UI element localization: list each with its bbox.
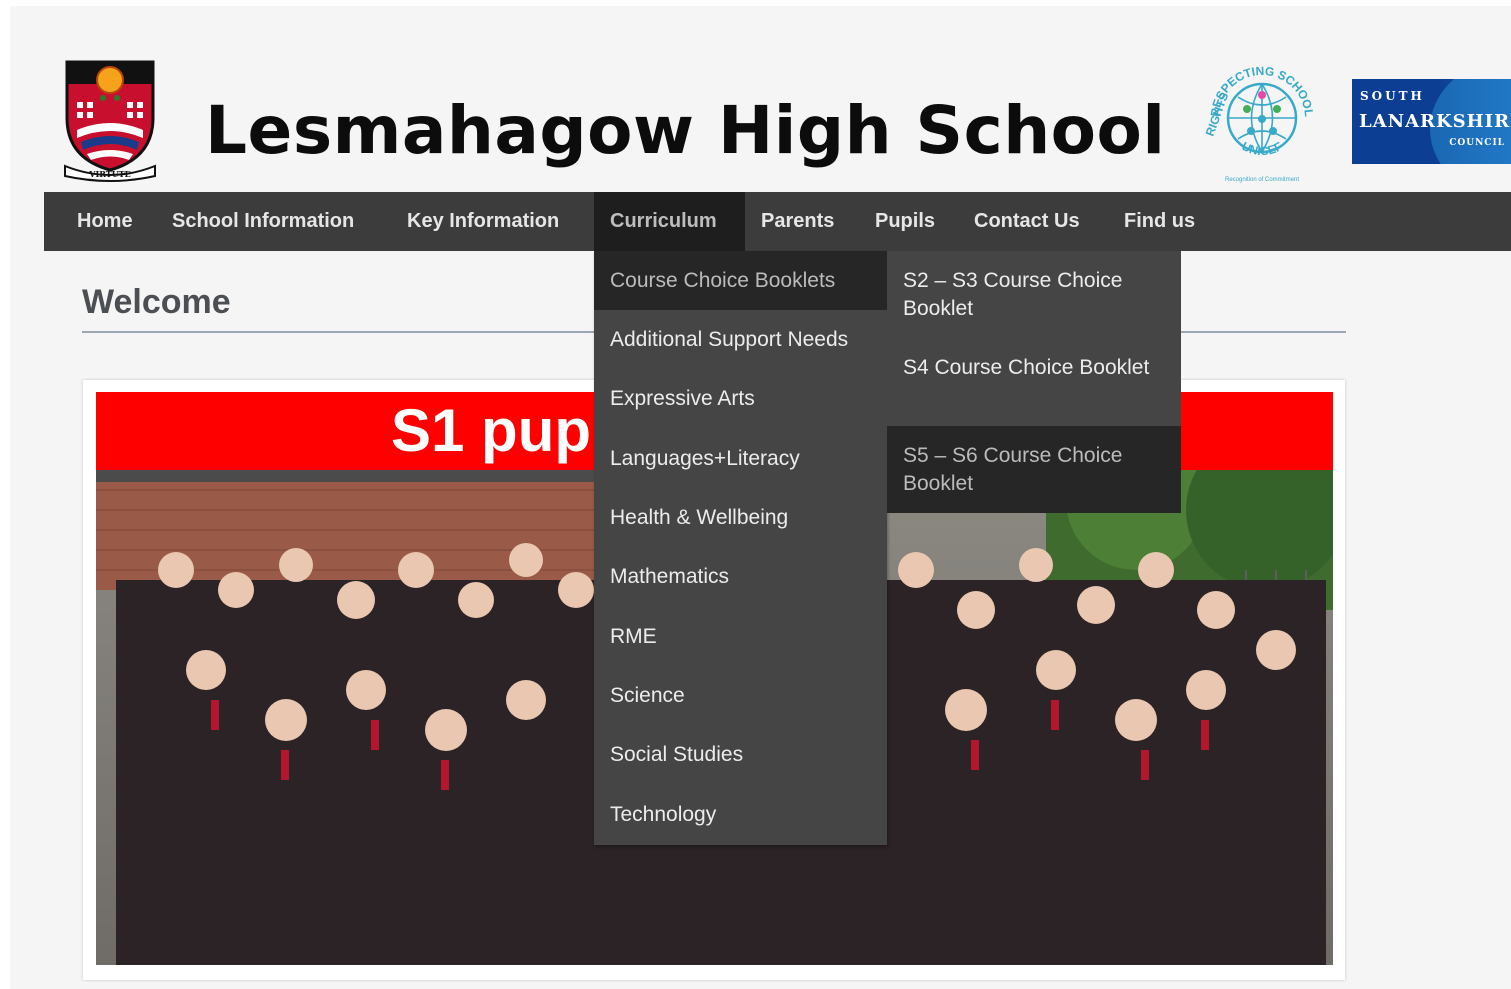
council-logo-line3: COUNCIL [1449, 138, 1505, 148]
menu-item-social-studies[interactable]: Social Studies [594, 725, 887, 784]
submenu-item-s4-booklet[interactable]: S4 Course Choice Booklet [887, 338, 1181, 425]
nav-find-us[interactable]: Find us [1108, 192, 1211, 251]
nav-home[interactable]: Home [61, 192, 149, 251]
council-logo-line1: SOUTH [1360, 89, 1425, 103]
curriculum-dropdown-menu: Course Choice Booklets Additional Suppor… [594, 251, 887, 845]
crest-motto: VIRTUTE [88, 169, 130, 179]
school-crest-logo[interactable]: VIRTUTE [63, 58, 157, 186]
menu-item-languages-literacy[interactable]: Languages+Literacy [594, 429, 887, 488]
menu-item-expressive-arts[interactable]: Expressive Arts [594, 369, 887, 428]
nav-contact-us[interactable]: Contact Us [958, 192, 1096, 251]
hero-banner-text: S1 pupi [391, 397, 608, 464]
unicef-globe-icon: RESPECTING SCHOOL RIGHTS UNICEF [1203, 64, 1316, 158]
menu-item-course-choice-booklets[interactable]: Course Choice Booklets [594, 251, 887, 310]
menu-item-additional-support-needs[interactable]: Additional Support Needs [594, 310, 887, 369]
nav-curriculum[interactable]: Curriculum [594, 192, 745, 251]
south-lanarkshire-council-logo[interactable]: SOUTH LANARKSHIRE COUNCIL [1352, 79, 1511, 164]
menu-item-science[interactable]: Science [594, 666, 887, 725]
rights-respecting-school-badge[interactable]: RESPECTING SCHOOL RIGHTS UNICEF Recognit… [1201, 57, 1323, 187]
nav-parents[interactable]: Parents [745, 192, 850, 251]
nav-key-information[interactable]: Key Information [391, 192, 575, 251]
menu-item-mathematics[interactable]: Mathematics [594, 547, 887, 606]
site-title[interactable]: Lesmahagow High School [205, 92, 1166, 169]
page-heading: Welcome [82, 283, 231, 321]
nav-pupils[interactable]: Pupils [859, 192, 951, 251]
menu-item-health-wellbeing[interactable]: Health & Wellbeing [594, 488, 887, 547]
submenu-item-s2-s3-booklet[interactable]: S2 – S3 Course Choice Booklet [887, 251, 1181, 338]
course-choice-submenu: S2 – S3 Course Choice Booklet S4 Course … [887, 251, 1181, 513]
badge-tagline: Recognition of Commitment [1224, 177, 1300, 183]
menu-item-rme[interactable]: RME [594, 607, 887, 666]
council-logo-line2: LANARKSHIRE [1359, 111, 1511, 132]
menu-item-technology[interactable]: Technology [594, 785, 887, 844]
nav-school-information[interactable]: School Information [156, 192, 370, 251]
main-nav-bar: Home School Information Key Information … [44, 192, 1511, 251]
submenu-item-s5-s6-booklet[interactable]: S5 – S6 Course Choice Booklet [887, 426, 1181, 513]
